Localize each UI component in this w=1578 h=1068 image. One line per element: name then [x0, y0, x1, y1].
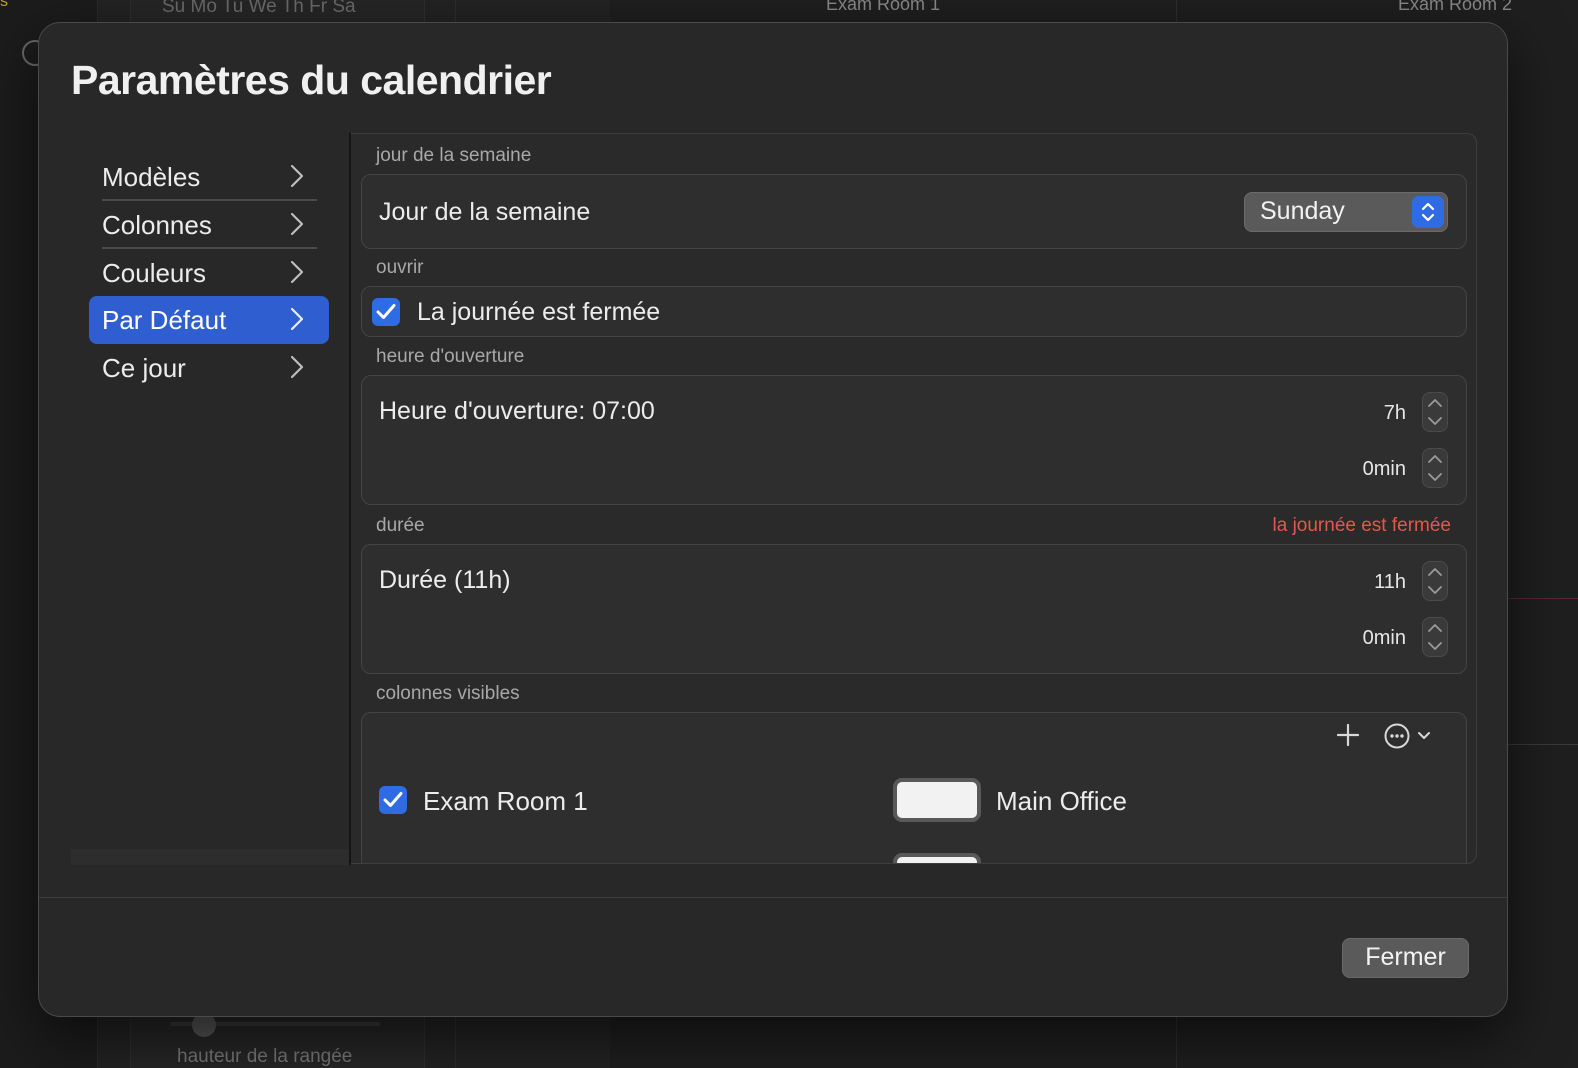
background-time-line — [1508, 598, 1578, 599]
background-column-header-2: Exam Room 2 — [1398, 0, 1513, 14]
sidebar-item-colors[interactable]: Couleurs — [89, 249, 329, 297]
sidebar-item-this-day[interactable]: Ce jour — [89, 344, 329, 392]
chevron-right-icon — [289, 354, 315, 382]
duration-hours-value: 11h — [1374, 571, 1406, 593]
opening-hour-label: Heure d'ouverture: 07:00 — [379, 397, 655, 425]
duration-minutes-value: 0min — [1362, 627, 1406, 649]
chevron-up-icon[interactable] — [1423, 393, 1447, 412]
section-header-duration: durée — [376, 515, 425, 536]
duration-row: Durée (11h) 11h 0min — [361, 544, 1467, 674]
chevron-right-icon — [289, 259, 315, 287]
settings-sidebar: Modèles Colonnes Couleurs Par Défaut Ce … — [89, 133, 349, 873]
chevron-right-icon — [289, 306, 315, 334]
sidebar-item-label: Couleurs — [102, 257, 207, 288]
day-closed-checkbox[interactable] — [372, 298, 400, 326]
up-down-chevron-icon — [1412, 196, 1444, 228]
plus-icon[interactable] — [1336, 723, 1360, 752]
opening-minutes-stepper[interactable] — [1422, 448, 1448, 488]
chevron-down-icon[interactable] — [1423, 581, 1447, 600]
sidebar-item-defaults[interactable]: Par Défaut — [89, 296, 329, 344]
column-color-swatch[interactable] — [893, 853, 981, 863]
column-exam-room-1-checkbox[interactable] — [379, 786, 407, 814]
chevron-down-icon[interactable] — [1423, 468, 1447, 487]
opening-hours-value: 7h — [1383, 402, 1406, 424]
opening-hours-stepper[interactable] — [1422, 392, 1448, 432]
weekday-row: Jour de la semaine Sunday — [361, 174, 1467, 249]
chevron-right-icon — [289, 211, 315, 239]
weekday-label: Jour de la semaine — [379, 198, 591, 226]
background-column-header-1: Exam Room 1 — [826, 0, 941, 14]
chevron-down-icon[interactable] — [1423, 637, 1447, 656]
sidebar-item-label: Colonnes — [102, 209, 212, 240]
background-weekday-header: Su Mo Tu We Th Fr Sa — [162, 0, 356, 17]
duration-minutes-stepper[interactable] — [1422, 617, 1448, 657]
column-name: Exam Room 1 — [423, 786, 588, 816]
section-header-weekday: jour de la semaine — [376, 145, 532, 166]
chevron-right-icon — [289, 163, 315, 191]
day-closed-label: La journée est fermée — [417, 298, 661, 326]
background-row-height-label: hauteur de la rangée — [177, 1046, 353, 1067]
dialog-title: Paramètres du calendrier — [71, 57, 552, 103]
background-corner-text: s — [0, 0, 8, 10]
section-header-open: ouvrir — [376, 257, 424, 278]
footer-divider — [39, 897, 1507, 898]
ellipsis-circle-menu-icon[interactable] — [1384, 723, 1436, 754]
column-color-swatch[interactable] — [893, 778, 981, 822]
day-closed-warning: la journée est fermée — [1272, 515, 1452, 536]
chevron-down-icon[interactable] — [1423, 412, 1447, 431]
sidebar-item-label: Ce jour — [102, 352, 186, 383]
duration-label: Durée (11h) — [379, 566, 511, 594]
sidebar-item-columns[interactable]: Colonnes — [89, 201, 329, 249]
close-button[interactable]: Fermer — [1342, 938, 1469, 978]
sidebar-item-label: Par Défaut — [102, 304, 227, 335]
defaults-settings-panel: jour de la semaine Jour de la semaine Su… — [351, 133, 1477, 864]
chevron-up-icon[interactable] — [1423, 562, 1447, 581]
sidebar-item-label: Modèles — [102, 161, 201, 192]
column-location: Main Office — [996, 786, 1128, 816]
background-row-line — [1508, 744, 1578, 745]
chevron-up-icon[interactable] — [1423, 618, 1447, 637]
weekday-selected-value: Sunday — [1260, 197, 1345, 225]
section-header-visible-columns: colonnes visibles — [376, 683, 520, 704]
opening-hour-row: Heure d'ouverture: 07:00 7h 0min — [361, 375, 1467, 505]
open-row: La journée est fermée — [361, 286, 1467, 337]
weekday-popup-button[interactable]: Sunday — [1244, 192, 1448, 232]
section-header-opening-hour: heure d'ouverture — [376, 346, 525, 367]
calendar-settings-dialog: Paramètres du calendrier Modèles Colonne… — [38, 22, 1508, 1017]
opening-minutes-value: 0min — [1362, 458, 1406, 480]
sidebar-scroll-footer — [71, 849, 351, 865]
duration-hours-stepper[interactable] — [1422, 561, 1448, 601]
visible-columns-box: Exam Room 1 Main Office — [361, 712, 1467, 863]
sidebar-item-models[interactable]: Modèles — [89, 153, 329, 201]
chevron-up-icon[interactable] — [1423, 449, 1447, 468]
